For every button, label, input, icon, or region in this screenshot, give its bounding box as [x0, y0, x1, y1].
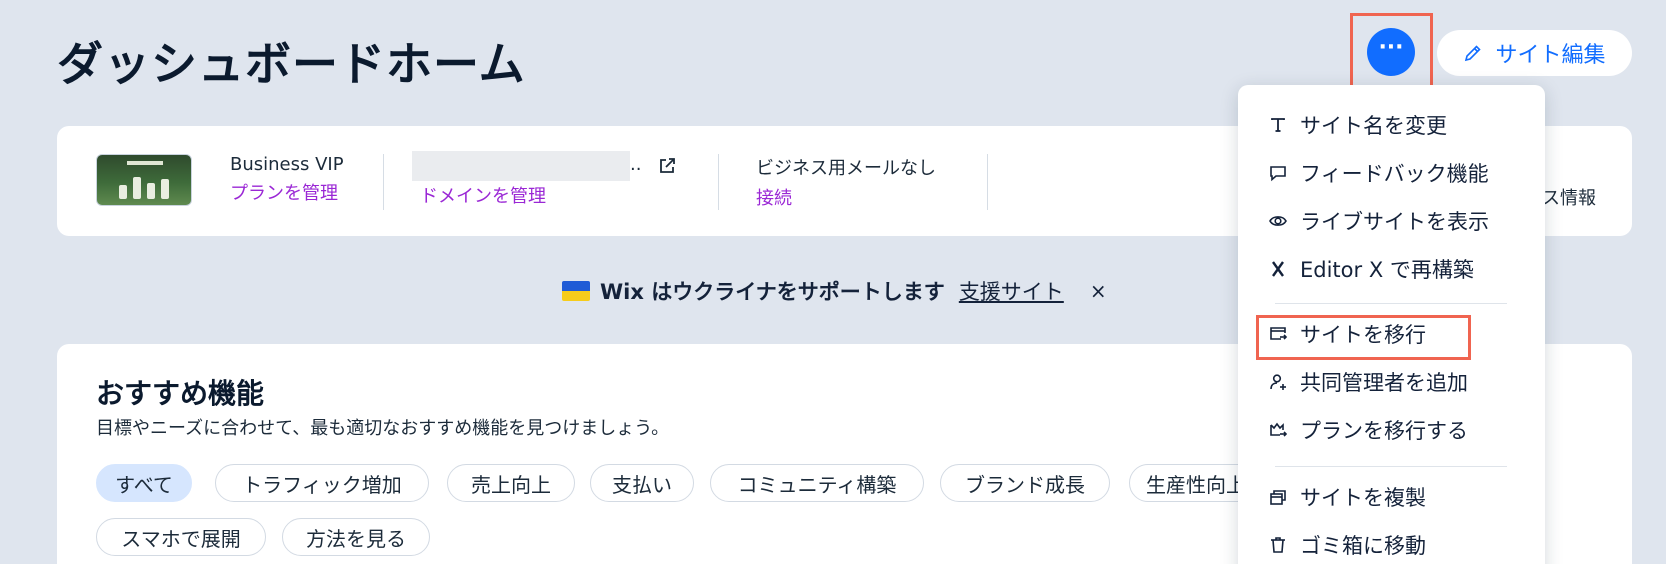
domain-ellipsis: .. [630, 154, 642, 175]
menu-item-label: ライブサイトを表示 [1300, 210, 1489, 234]
filter-chip[interactable]: トラフィック増加 [215, 464, 429, 502]
menu-item-label: Editor X で再構築 [1300, 258, 1474, 282]
divider [383, 154, 384, 210]
ukraine-support-banner: Wix はウクライナをサポートします 支援サイト × [562, 275, 1107, 307]
menu-item-label: サイトを複製 [1300, 486, 1426, 510]
filter-chip[interactable]: ブランド成長 [940, 464, 1110, 502]
menu-item-duplicate-site[interactable]: サイトを複製 [1268, 479, 1518, 515]
comment-icon [1270, 166, 1286, 182]
filter-chip[interactable]: 方法を見る [282, 518, 430, 556]
add-user-icon [1270, 374, 1286, 390]
divider [718, 154, 719, 210]
support-site-link[interactable]: 支援サイト [959, 276, 1064, 306]
menu-item-label: サイト名を変更 [1300, 114, 1447, 138]
filter-chip[interactable]: 売上向上 [447, 464, 575, 502]
menu-item-label: フィードバック機能 [1300, 162, 1489, 186]
email-status: ビジネス用メールなし [756, 158, 936, 179]
filter-chip[interactable]: コミュニティ構築 [710, 464, 924, 502]
manage-domain-link[interactable]: ドメインを管理 [420, 182, 546, 208]
pencil-icon [1465, 45, 1482, 62]
menu-item-transfer-plan[interactable]: プランを移行する [1268, 412, 1518, 448]
menu-divider [1275, 303, 1507, 304]
menu-item-label: プランを移行する [1300, 419, 1468, 443]
filter-chip-all[interactable]: すべて [96, 464, 192, 502]
dashboard-page: ダッシュボードホーム ··· サイト編集 Business VIP プランを管理… [0, 0, 1666, 564]
page-title: ダッシュボードホーム [57, 37, 526, 91]
duplicate-icon [1270, 490, 1286, 505]
plan-name: Business VIP [230, 154, 344, 175]
more-actions-button[interactable]: ··· [1367, 28, 1415, 76]
email-info: ビジネス用メールなし 接続 [756, 154, 936, 210]
menu-item-rename-site[interactable]: サイト名を変更 [1268, 107, 1518, 143]
plan-transfer-icon [1270, 422, 1288, 437]
edit-site-button[interactable]: サイト編集 [1437, 30, 1632, 76]
ukraine-flag-icon [562, 281, 590, 301]
menu-item-move-to-trash[interactable]: ゴミ箱に移動 [1268, 527, 1518, 563]
section-subtitle: 目標やニーズに合わせて、最も適切なおすすめ機能を見つけましょう。 [96, 418, 670, 439]
site-thumbnail[interactable] [96, 154, 192, 206]
manage-plan-link[interactable]: プランを管理 [230, 179, 344, 205]
transfer-site-highlight [1256, 315, 1471, 360]
menu-item-editor-x-rebuild[interactable]: Editor X で再構築 [1268, 251, 1518, 287]
divider [987, 154, 988, 210]
close-icon[interactable]: × [1090, 279, 1107, 303]
menu-item-view-live-site[interactable]: ライブサイトを表示 [1268, 203, 1518, 239]
editor-x-icon [1272, 261, 1284, 277]
filter-chip[interactable]: スマホで展開 [96, 518, 266, 556]
text-icon [1271, 118, 1285, 132]
menu-item-label: 共同管理者を追加 [1300, 371, 1468, 395]
connect-email-link[interactable]: 接続 [756, 184, 936, 210]
eye-icon [1269, 216, 1287, 226]
filter-chip[interactable]: 支払い [590, 464, 694, 502]
banner-text: Wix はウクライナをサポートします [600, 280, 945, 304]
business-info-partial[interactable]: ス情報 [1542, 184, 1596, 210]
trash-icon [1271, 537, 1285, 553]
external-link-icon[interactable] [657, 156, 677, 176]
menu-item-label: ゴミ箱に移動 [1300, 534, 1426, 558]
domain-info: ドメインを管理 [420, 182, 546, 208]
menu-item-add-collaborator[interactable]: 共同管理者を追加 [1268, 364, 1518, 400]
edit-site-label: サイト編集 [1495, 43, 1606, 68]
menu-item-feedback[interactable]: フィードバック機能 [1268, 155, 1518, 191]
plan-info: Business VIP プランを管理 [230, 154, 344, 205]
domain-redacted [412, 151, 630, 181]
section-title: おすすめ機能 [96, 377, 265, 410]
menu-divider [1275, 466, 1507, 467]
